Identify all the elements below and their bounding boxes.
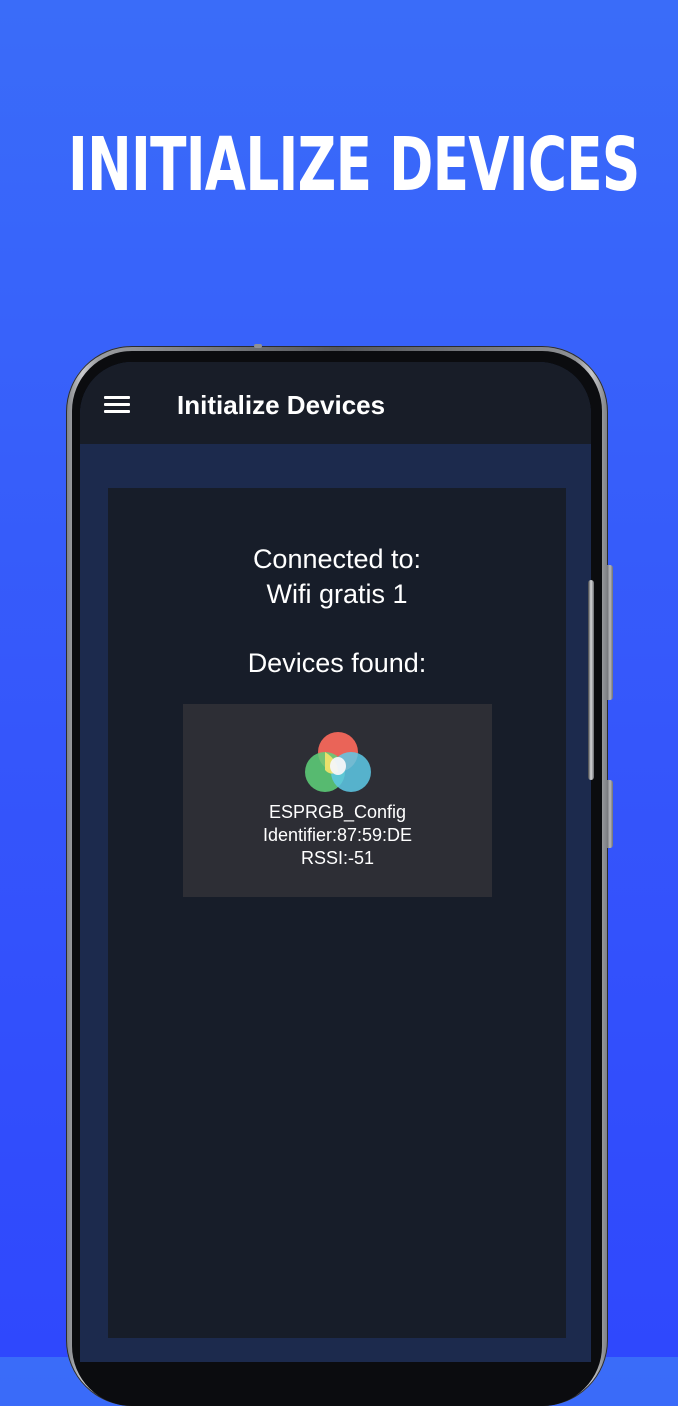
app-bar: Initialize Devices [80,362,591,444]
content-panel: Connected to: Wifi gratis 1 Devices foun… [108,488,566,1338]
device-card[interactable]: ESPRGB_Config Identifier:87:59:DE RSSI:-… [183,704,492,897]
device-identifier: Identifier:87:59:DE [262,825,413,845]
phone-edge-highlight [588,580,594,780]
connected-label: Connected to: [252,544,422,574]
app-bar-title: Initialize Devices [177,390,386,420]
devices-found-label: Devices found: [247,648,427,678]
phone-speaker [254,344,262,348]
device-rssi: RSSI:-51 [300,848,375,868]
phone-power-button [607,780,613,848]
phone-screen: Initialize Devices Connected to: Wifi gr… [80,362,591,1362]
promo-headline: INITIALIZE DEVICES [68,122,640,208]
hamburger-menu-icon[interactable] [104,396,130,414]
rgb-circles-icon [305,732,371,792]
wifi-network-name: Wifi gratis 1 [266,579,408,609]
phone-volume-button [607,565,613,700]
device-name: ESPRGB_Config [268,802,407,822]
